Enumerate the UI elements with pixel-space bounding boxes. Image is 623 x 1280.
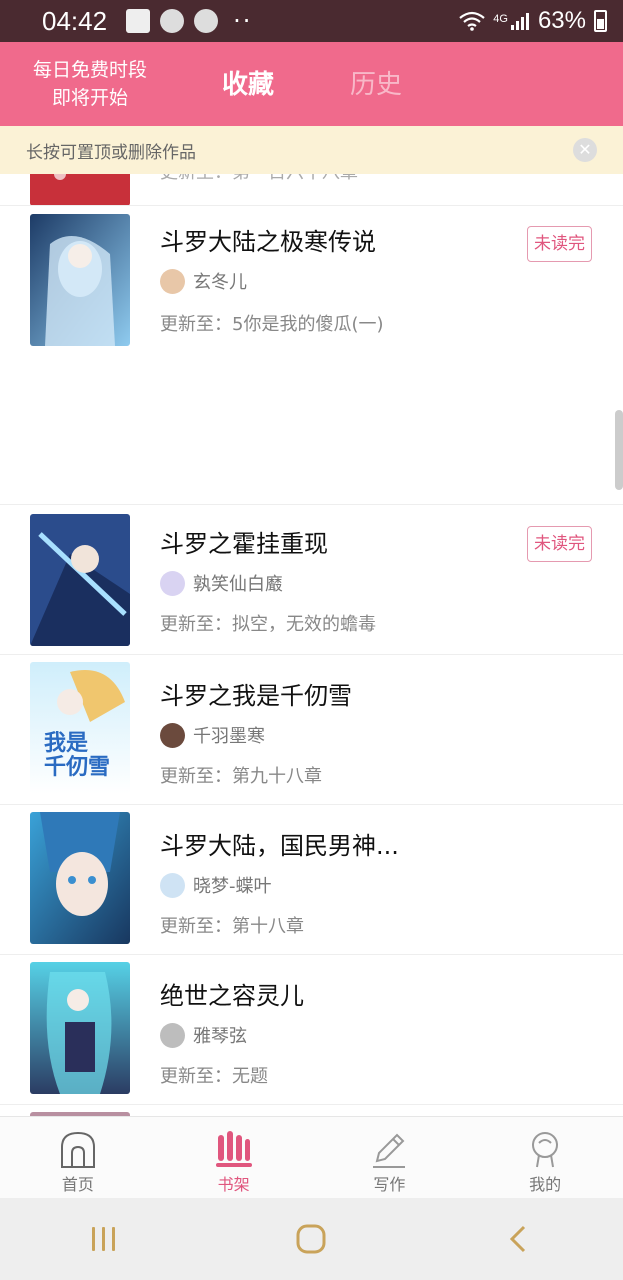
book-update: 更新至：第九十八章: [160, 766, 322, 787]
nav-write[interactable]: 写作: [312, 1117, 468, 1198]
recent-apps-button[interactable]: [82, 1217, 126, 1261]
scrollbar[interactable]: [615, 410, 623, 490]
nav-home[interactable]: 首页: [0, 1117, 156, 1198]
book-update: 更新至：第十八章: [160, 916, 304, 937]
close-icon[interactable]: ✕: [573, 138, 597, 162]
profile-icon: [532, 1132, 559, 1168]
top-header: 每日免费时段 即将开始 收藏 历史: [0, 42, 623, 126]
recent-apps-icon: [91, 1227, 115, 1251]
nav-me[interactable]: 我的: [467, 1117, 623, 1198]
author-avatar: [160, 722, 185, 748]
pencil-icon: [373, 1133, 406, 1168]
author-avatar: [160, 268, 185, 294]
book-author: 千羽墨寒: [160, 722, 265, 748]
book-title: 斗罗之我是千仞雪: [160, 682, 352, 710]
book-author: 雅琴弦: [160, 1022, 247, 1048]
author-avatar: [160, 872, 185, 898]
book-title: 绝世之容灵儿: [160, 982, 304, 1010]
list-item[interactable]: 斗罗大陆，国民男神... 晓梦-蝶叶 更新至：第十八章: [0, 806, 623, 956]
author-name: 玄冬儿: [193, 272, 247, 293]
list-item[interactable]: 斗罗大陆之极寒传说 玄冬儿 更新至：5你是我的傻瓜(一) 未读完: [0, 206, 623, 506]
wifi-icon: [459, 11, 485, 31]
status-right: 4G 63%: [459, 7, 607, 35]
status-bar: 04:42 ·· 4G 63%: [0, 0, 623, 42]
system-nav-bar: [0, 1198, 623, 1280]
home-icon: [60, 1131, 95, 1168]
nav-bookshelf[interactable]: 书架: [156, 1117, 312, 1198]
cover-title-text: 我是 千仞雪: [44, 731, 111, 780]
book-cover: [30, 962, 130, 1094]
list-item[interactable]: 斗罗之霍挂重现 孰笑仙白黀 更新至：拟空，无效的蟾毒 未读完: [0, 506, 623, 656]
gallery-notification-icon: [126, 9, 151, 33]
back-icon: [510, 1225, 526, 1253]
promo-line2: 即将开始: [51, 87, 128, 109]
author-name: 晓梦-蝶叶: [193, 876, 272, 897]
list-item[interactable]: 绝世之容灵儿 雅琴弦 更新至：无题: [0, 956, 623, 1106]
book-title: 斗罗大陆之极寒传说: [160, 228, 376, 256]
author-name: 千羽墨寒: [193, 726, 265, 747]
back-button[interactable]: [497, 1217, 541, 1261]
list-item[interactable]: [0, 1106, 623, 1116]
book-update: 更新至：5你是我的傻瓜(一): [160, 314, 384, 335]
book-title: 斗罗大陆，国民男神...: [160, 832, 399, 860]
app-notification-icon-2: [194, 9, 219, 33]
home-button[interactable]: [289, 1217, 333, 1261]
promo-line1: 每日免费时段: [32, 59, 147, 81]
nav-label: 我的: [529, 1175, 562, 1194]
book-cover: 我是 千仞雪: [30, 662, 130, 794]
nav-label: 首页: [61, 1175, 94, 1194]
status-time: 04:42: [42, 5, 108, 36]
unread-badge: 未读完: [527, 226, 592, 262]
free-period-promo[interactable]: 每日免费时段 即将开始: [20, 56, 160, 112]
book-author: 孰笑仙白黀: [160, 570, 283, 596]
nav-label: 写作: [373, 1175, 406, 1194]
bottom-nav: 首页 书架 写作 我的: [0, 1116, 623, 1198]
book-cover: [30, 812, 130, 944]
author-name: 孰笑仙白黀: [193, 574, 283, 595]
author-name: 雅琴弦: [193, 1026, 247, 1047]
book-update: 更新至：第一百六十八章: [160, 174, 358, 184]
more-notifications-icon: ··: [233, 7, 253, 35]
tip-text: 长按可置顶或删除作品: [26, 142, 196, 163]
author-avatar: [160, 570, 185, 596]
book-update: 更新至：拟空，无效的蟾毒: [160, 614, 376, 635]
battery-icon: [594, 10, 607, 32]
home-circle-icon: [296, 1224, 326, 1254]
network-type: 4G: [493, 13, 508, 25]
book-author: 玄冬儿: [160, 268, 247, 294]
book-update: 更新至：无题: [160, 1066, 268, 1087]
book-author: 晓梦-蝶叶: [160, 872, 272, 898]
unread-badge: 未读完: [527, 526, 592, 562]
signal-icon: [510, 13, 529, 30]
nav-label: 书架: [217, 1175, 250, 1194]
bookshelf-list[interactable]: 更新至：第一百六十八章 斗罗大陆之极寒传说 玄冬儿 更新至：5你是我的傻瓜(一)…: [0, 174, 623, 1116]
tab-history[interactable]: 历史: [350, 64, 402, 101]
list-item[interactable]: 我是 千仞雪 斗罗之我是千仞雪 千羽墨寒 更新至：第九十八章: [0, 656, 623, 806]
book-cover: [30, 174, 130, 206]
book-cover: [30, 514, 130, 646]
book-cover: [30, 214, 130, 346]
book-title: 斗罗之霍挂重现: [160, 530, 328, 558]
app-notification-icon: [160, 9, 185, 33]
list-item[interactable]: 更新至：第一百六十八章: [0, 174, 623, 206]
tip-bar: 长按可置顶或删除作品 ✕: [0, 126, 623, 174]
tab-favorites[interactable]: 收藏: [222, 64, 274, 101]
author-avatar: [160, 1022, 185, 1048]
battery-percent: 63%: [537, 7, 586, 34]
bookshelf-icon: [215, 1131, 252, 1167]
